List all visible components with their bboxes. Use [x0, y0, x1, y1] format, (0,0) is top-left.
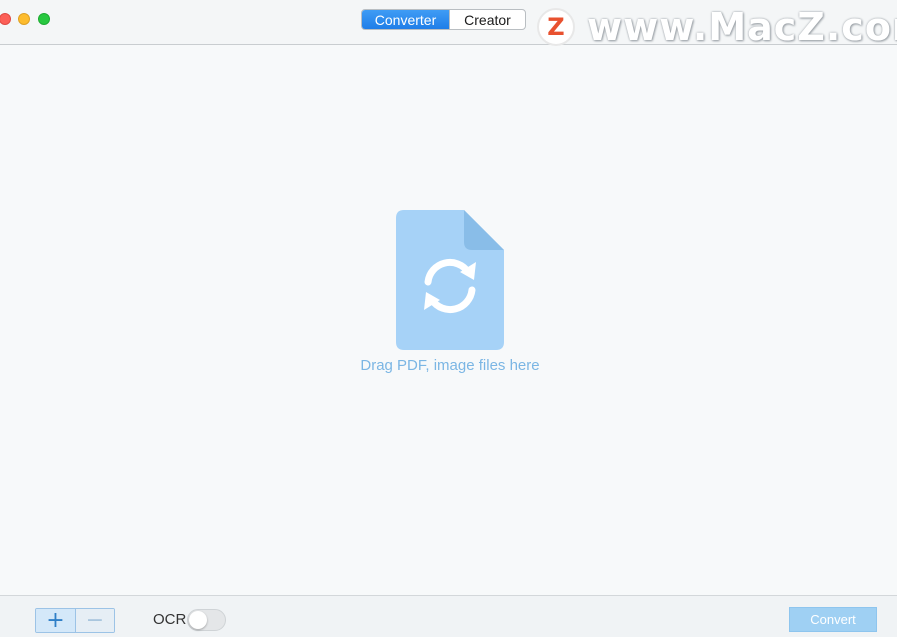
document-convert-icon: [396, 210, 504, 350]
ocr-toggle-knob: [189, 611, 207, 629]
app-window: Converter Creator Z www.MacZ.com Drag PD…: [0, 0, 897, 637]
drop-zone[interactable]: Drag PDF, image files here: [340, 210, 560, 380]
minimize-window-button[interactable]: [18, 13, 30, 25]
drop-area[interactable]: Drag PDF, image files here: [0, 46, 897, 595]
tab-converter[interactable]: Converter: [362, 10, 449, 29]
watermark: Z www.MacZ.com: [537, 5, 897, 49]
convert-button[interactable]: Convert: [789, 607, 877, 632]
title-bar: Converter Creator Z www.MacZ.com: [0, 0, 897, 49]
remove-file-button[interactable]: −: [76, 609, 114, 632]
add-remove-button-group: + −: [35, 608, 115, 633]
drop-hint-text: Drag PDF, image files here: [360, 357, 540, 374]
tab-creator[interactable]: Creator: [449, 10, 525, 29]
bottom-toolbar: + − OCR Convert: [0, 595, 897, 637]
watermark-text: www.MacZ.com: [587, 5, 897, 49]
ocr-label: OCR: [153, 611, 187, 628]
zoom-window-button[interactable]: [38, 13, 50, 25]
add-file-button[interactable]: +: [36, 609, 76, 632]
watermark-logo: Z: [537, 8, 575, 46]
ocr-toggle[interactable]: [187, 609, 226, 631]
mode-segmented-control: Converter Creator: [361, 9, 526, 30]
close-window-button[interactable]: [0, 13, 11, 25]
